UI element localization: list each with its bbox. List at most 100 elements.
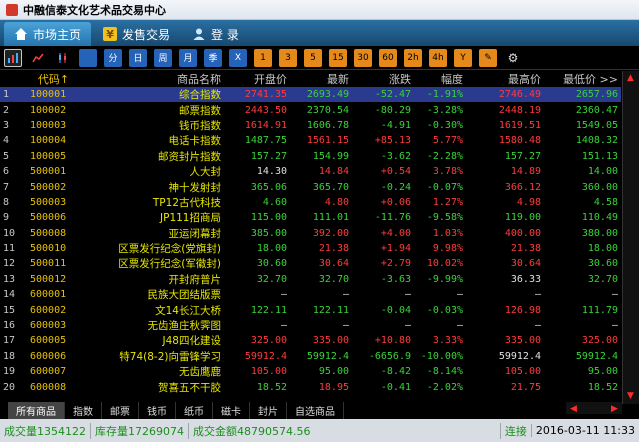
season-button[interactable]: 季 <box>204 48 222 67</box>
table-row[interactable]: 16 600003 无齿渔庄秋霁图 — — — — — — <box>0 318 621 333</box>
tab-all-goods[interactable]: 所有商品 <box>8 402 65 419</box>
period-60-button[interactable]: 60 <box>379 48 397 67</box>
row-change: -6656.9 <box>368 350 411 362</box>
tab-market-home[interactable]: 市场主页 <box>4 22 92 46</box>
period-1-button[interactable]: 1 <box>254 48 272 67</box>
row-percent: -2.28% <box>426 150 463 162</box>
col-change-header[interactable]: 涨跌 <box>352 71 414 87</box>
blank-button[interactable] <box>79 48 97 67</box>
row-high: 119.00 <box>504 212 541 224</box>
period-4h-button[interactable]: 4h <box>429 48 447 67</box>
table-row[interactable]: 17 600005 J48四化建设 325.00 335.00 +10.80 3.33% 33… <box>0 333 621 348</box>
gear-icon[interactable]: ⚙ <box>504 49 522 67</box>
period-30-button[interactable]: 30 <box>354 48 372 67</box>
row-name: 综合指数 <box>84 87 224 103</box>
tab-index[interactable]: 指数 <box>65 402 102 419</box>
row-code: 500006 <box>30 212 67 224</box>
table-row[interactable]: 19 600007 无齿鹰鹿 105.00 95.00 -8.42 -8.14% 105.00… <box>0 364 621 379</box>
table-row[interactable]: 11 500010 区票发行纪念(党旗封) 18.00 21.38 +1.94 9.98% 2… <box>0 241 621 256</box>
row-code: 500002 <box>30 181 67 193</box>
table-row[interactable]: 20 600008 贺喜五不干胶 18.52 18.95 -0.41 -2.02% 21.75… <box>0 379 621 394</box>
minute-button[interactable]: 分 <box>104 48 122 67</box>
row-low: 380.00 <box>581 227 618 239</box>
row-percent: -3.28% <box>426 104 463 116</box>
col-code-header[interactable]: 代码↑ <box>26 71 84 87</box>
table-row[interactable]: 13 500012 开封府普片 32.70 32.70 -3.63 -9.99% 36.33 3… <box>0 272 621 287</box>
chart-toolbar: 分 日 周 月 季 X 1 3 5 15 30 60 2h 4h Y ✎ ⚙ <box>0 46 639 70</box>
col-name-header[interactable]: 商品名称 <box>84 71 224 87</box>
table-row[interactable]: 2 100002 邮票指数 2443.50 2370.54 -80.29 -3.28% 244… <box>0 102 621 117</box>
row-name: JP111招商局 <box>160 212 221 225</box>
table-row[interactable]: 4 100004 电话卡指数 1487.75 1561.15 +85.13 5.77% 158… <box>0 133 621 148</box>
table-row[interactable]: 18 600006 特74(8-2)向雷锋学习 59912.4 59912.4 -6656… <box>0 349 621 364</box>
col-high-header[interactable]: 最高价 <box>466 71 544 87</box>
candle-chart-icon[interactable] <box>54 49 72 67</box>
row-open: 30.60 <box>256 258 287 270</box>
row-name: J48四化建设 <box>162 335 221 348</box>
table-row[interactable]: 8 500003 TP12古代科技 4.60 4.80 +0.06 1.27% 4.98 4.5… <box>0 195 621 210</box>
horizontal-scrollbar[interactable]: ◀ ▶ <box>566 402 622 414</box>
tab-stamps[interactable]: 邮票 <box>102 402 139 419</box>
col-last-header[interactable]: 最新 <box>290 71 352 87</box>
tab-login[interactable]: 登 录 <box>182 22 249 46</box>
close-button[interactable]: X <box>229 48 247 67</box>
row-last: 18.95 <box>318 381 349 393</box>
table-row[interactable]: 15 600002 文14长江大桥 122.11 122.11 -0.04 -0.03% 12… <box>0 302 621 317</box>
row-name: 民族大团结版票 <box>147 289 222 302</box>
table-row[interactable]: 3 100003 钱币指数 1614.91 1606.78 -4.91 -0.30% 1619… <box>0 118 621 133</box>
bar-chart-icon[interactable] <box>4 48 22 67</box>
row-code: 600002 <box>30 304 67 316</box>
table-row[interactable]: 6 500001 人大封 14.30 14.84 +0.54 3.78% 14.89 14.00 <box>0 164 621 179</box>
row-high: 1619.51 <box>498 119 541 131</box>
month-button[interactable]: 月 <box>179 48 197 67</box>
row-percent: -8.14% <box>426 366 463 378</box>
scroll-up-icon[interactable]: ▲ <box>623 71 638 84</box>
tab-watchlist[interactable]: 自选商品 <box>287 402 344 419</box>
vertical-scrollbar[interactable]: ▲ ▼ <box>622 71 639 404</box>
tab-banknotes[interactable]: 纸币 <box>176 402 213 419</box>
row-index: 15 <box>3 304 16 316</box>
table-row[interactable]: 9 500006 JP111招商局 115.00 111.01 -11.76 -9.58% 1… <box>0 210 621 225</box>
table-row[interactable]: 12 500011 区票发行纪念(军徽封) 30.60 30.64 +2.79 10.02%… <box>0 256 621 271</box>
row-change: +2.79 <box>380 258 411 270</box>
pen-icon[interactable]: ✎ <box>479 48 497 67</box>
row-open: — <box>280 289 287 301</box>
period-5-button[interactable]: 5 <box>304 48 322 67</box>
row-high: 36.33 <box>510 273 541 285</box>
col-low-header[interactable]: 最低价 >> <box>544 71 621 87</box>
table-row[interactable]: 21600009三轮赠送牛480.00424.00-28.00-6.19%480… <box>0 395 621 397</box>
table-row[interactable]: 10 500008 亚运闭幕封 385.00 392.00 +4.00 1.03% 400.0… <box>0 226 621 241</box>
row-low: 4.58 <box>593 196 618 208</box>
line-chart-icon[interactable] <box>29 49 47 67</box>
period-3-button[interactable]: 3 <box>279 48 297 67</box>
tab-issue-trade[interactable]: ¥ 发售交易 <box>93 22 180 46</box>
col-open-header[interactable]: 开盘价 <box>224 71 290 87</box>
status-connection: 连接 <box>499 422 531 439</box>
row-percent: -9.58% <box>426 212 463 224</box>
table-row[interactable]: 5 100005 邮资封片指数 157.27 154.99 -3.62 -2.28% 157.… <box>0 149 621 164</box>
row-low: 151.13 <box>581 150 618 162</box>
tab-coins[interactable]: 钱币 <box>139 402 176 419</box>
table-row[interactable]: 7 500002 神十发射封 365.06 365.70 -0.24 -0.07% 366.1… <box>0 179 621 194</box>
period-15-button[interactable]: 15 <box>329 48 347 67</box>
scroll-down-icon[interactable]: ▼ <box>623 389 638 402</box>
tab-covers[interactable]: 封片 <box>250 402 287 419</box>
row-low: 2360.47 <box>575 104 618 116</box>
col-percent-header[interactable]: 幅度 <box>414 71 466 87</box>
tab-phone-cards[interactable]: 磁卡 <box>213 402 250 419</box>
scroll-right-icon[interactable]: ▶ <box>607 402 622 415</box>
row-high: 59912.4 <box>498 350 541 362</box>
row-percent: -0.03% <box>426 304 463 316</box>
row-last: 365.70 <box>312 181 349 193</box>
period-2h-button[interactable]: 2h <box>404 48 422 67</box>
table-row[interactable]: 14 600001 民族大团结版票 — — — — — — <box>0 287 621 302</box>
year-button[interactable]: Y <box>454 48 472 67</box>
row-index: 8 <box>3 196 10 208</box>
day-button[interactable]: 日 <box>129 48 147 67</box>
table-row[interactable]: 1 100001 综合指数 2741.35 2693.49 -52.47 -1.91% 274… <box>0 87 621 103</box>
row-low: 110.49 <box>581 212 618 224</box>
week-button[interactable]: 周 <box>154 48 172 67</box>
row-low: 1408.32 <box>575 135 618 147</box>
row-last: 95.00 <box>318 366 349 378</box>
scroll-left-icon[interactable]: ◀ <box>566 402 581 415</box>
